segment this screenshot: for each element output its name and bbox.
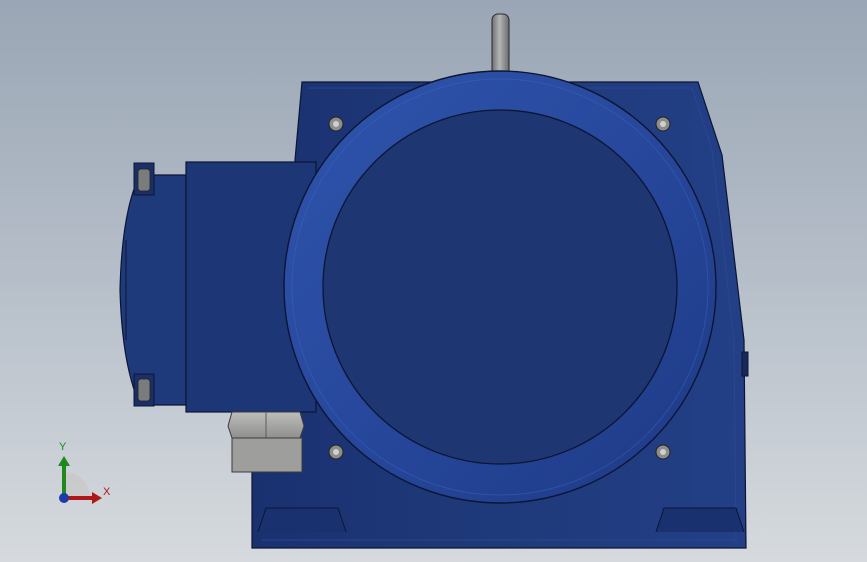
side-lug: [741, 351, 749, 377]
bolt-top-left-core: [137, 168, 151, 192]
cad-viewport[interactable]: Y X: [0, 0, 867, 562]
foot-right: [655, 507, 745, 533]
flange-bolt-bottom-right: [655, 444, 671, 460]
coordinate-triad: Y X: [48, 440, 118, 510]
output-shaft[interactable]: [491, 13, 510, 77]
motor-face[interactable]: [322, 109, 678, 465]
triad-x-label: X: [103, 486, 111, 498]
foot-left: [257, 507, 347, 533]
triad-y-arrow: [58, 456, 70, 466]
flange-bolt-top-right: [655, 116, 671, 132]
gear-reducer-model[interactable]: [0, 0, 867, 562]
triad-x-arrow: [92, 492, 102, 504]
input-housing-rounded[interactable]: [119, 174, 187, 406]
bolt-bottom-left-core: [137, 378, 151, 402]
flange-bolt-bottom-left: [328, 444, 344, 460]
flange-bolt-top-left: [328, 116, 344, 132]
triad-z-axis: [59, 493, 69, 503]
fitting-body[interactable]: [231, 437, 303, 473]
triad-y-label: Y: [59, 441, 67, 453]
triad-rotation-arc: [64, 472, 90, 498]
